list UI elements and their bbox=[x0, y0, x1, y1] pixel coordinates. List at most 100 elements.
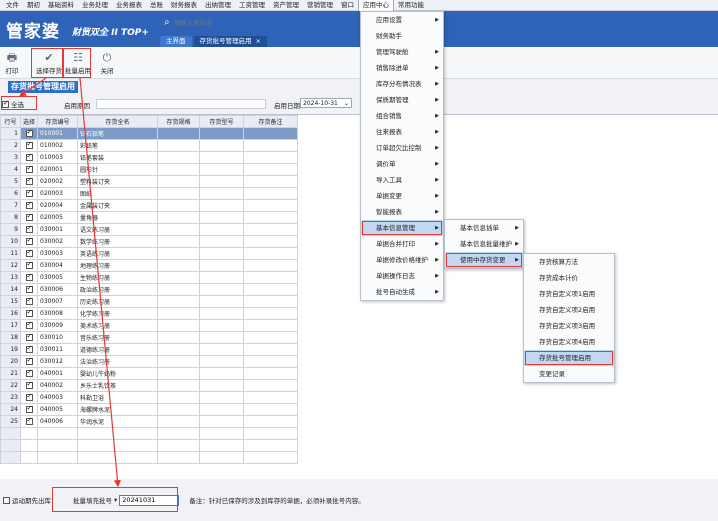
cell-spec[interactable] bbox=[157, 175, 201, 188]
cell-name[interactable]: 化学练习册 bbox=[77, 307, 159, 320]
menu-item[interactable]: 存货自定义项1启用 bbox=[524, 286, 614, 302]
row-select-cell[interactable] bbox=[19, 271, 39, 284]
cell-spec[interactable] bbox=[157, 403, 201, 416]
row-select-cell[interactable] bbox=[19, 163, 39, 176]
cell-note[interactable] bbox=[243, 379, 299, 392]
search-input[interactable] bbox=[173, 18, 334, 27]
table-row[interactable]: 13 030005生物练习册 bbox=[0, 271, 299, 284]
row-checkbox[interactable] bbox=[25, 261, 33, 269]
cell-name[interactable]: 语文练习册 bbox=[77, 223, 159, 236]
cell-name[interactable]: 音乐练习册 bbox=[77, 331, 159, 344]
cell-code[interactable]: 030011 bbox=[37, 343, 79, 356]
menu-item[interactable]: 基本信息管理 ▶ bbox=[361, 220, 443, 236]
row-checkbox[interactable] bbox=[25, 189, 33, 197]
cell-name[interactable]: 法治练习册 bbox=[77, 355, 159, 368]
cell-model[interactable] bbox=[199, 391, 245, 404]
row-checkbox[interactable] bbox=[25, 237, 33, 245]
row-checkbox[interactable] bbox=[25, 201, 33, 209]
cell-note[interactable] bbox=[243, 331, 299, 344]
cell-name[interactable]: 圆形针 bbox=[77, 163, 159, 176]
menu-item[interactable]: 导入工具 ▶ bbox=[361, 172, 443, 188]
cell-spec[interactable] bbox=[157, 151, 201, 164]
row-checkbox[interactable] bbox=[25, 297, 33, 305]
menubar-item[interactable]: 财务报表 bbox=[167, 0, 201, 11]
row-select-cell[interactable] bbox=[19, 175, 39, 188]
row-select-cell[interactable] bbox=[19, 391, 39, 404]
row-select-cell[interactable] bbox=[19, 211, 39, 224]
cell-note[interactable] bbox=[243, 247, 299, 260]
cell-spec[interactable] bbox=[157, 295, 201, 308]
cell-note[interactable] bbox=[243, 151, 299, 164]
cell-model[interactable] bbox=[199, 199, 245, 212]
column-header[interactable]: 行号 bbox=[0, 115, 21, 128]
row-select-cell[interactable] bbox=[19, 319, 39, 332]
row-select-cell[interactable] bbox=[19, 151, 39, 164]
row-select-cell[interactable] bbox=[19, 187, 39, 200]
cell-code[interactable]: 030001 bbox=[37, 223, 79, 236]
table-row[interactable]: 3 010003铅笔套装 bbox=[0, 151, 299, 164]
menu-item[interactable]: 存货自定义项4启用 bbox=[524, 334, 614, 350]
cell-spec[interactable] bbox=[157, 247, 201, 260]
menu-item[interactable]: 管理驾驶舱 ▶ bbox=[361, 44, 443, 60]
column-header[interactable]: 存货编号 bbox=[37, 115, 79, 128]
row-checkbox[interactable] bbox=[25, 249, 33, 257]
close-icon[interactable]: × bbox=[256, 36, 261, 47]
cell-code[interactable]: 030007 bbox=[37, 295, 79, 308]
menu-item[interactable]: 单据操作日志 ▶ bbox=[361, 268, 443, 284]
print-button[interactable]: 🖶 打印 bbox=[2, 51, 22, 77]
menubar-item[interactable]: 窗口 bbox=[337, 0, 358, 11]
cell-model[interactable] bbox=[199, 331, 245, 344]
table-row[interactable]: 2 010002彩铅笔 bbox=[0, 139, 299, 152]
menu-item[interactable]: 智能报表 ▶ bbox=[361, 204, 443, 220]
cell-spec[interactable] bbox=[157, 307, 201, 320]
cell-model[interactable] bbox=[199, 259, 245, 272]
cell-name[interactable]: 图纸 bbox=[77, 187, 159, 200]
menubar-item[interactable]: 营销管理 bbox=[303, 0, 337, 11]
cell-name[interactable]: 华润水泥 bbox=[77, 415, 159, 428]
cell-spec[interactable] bbox=[157, 127, 201, 140]
cell-name[interactable]: 数学练习册 bbox=[77, 235, 159, 248]
table-row[interactable]: 8 020005量角器 bbox=[0, 211, 299, 224]
menu-item[interactable]: 使用中存货变更 ▶ bbox=[445, 252, 523, 268]
row-select-cell[interactable] bbox=[19, 379, 39, 392]
menu-item[interactable]: 财务助手 bbox=[361, 28, 443, 44]
cell-model[interactable] bbox=[199, 367, 245, 380]
cell-name[interactable]: 乡乐士乳饮茶 bbox=[77, 379, 159, 392]
cell-spec[interactable] bbox=[157, 199, 201, 212]
cell-spec[interactable] bbox=[157, 319, 201, 332]
cell-note[interactable] bbox=[243, 199, 299, 212]
row-select-cell[interactable] bbox=[19, 355, 39, 368]
menubar-item[interactable]: 期初 bbox=[23, 0, 44, 11]
row-checkbox[interactable] bbox=[25, 177, 33, 185]
cell-code[interactable]: 030009 bbox=[37, 319, 79, 332]
table-row[interactable]: 10 030002数学练习册 bbox=[0, 235, 299, 248]
cell-spec[interactable] bbox=[157, 355, 201, 368]
cell-note[interactable] bbox=[243, 163, 299, 176]
cell-name[interactable]: 婴幼儿牛奶粉 bbox=[77, 367, 159, 380]
row-select-cell[interactable] bbox=[19, 247, 39, 260]
cell-name[interactable]: 量角器 bbox=[77, 211, 159, 224]
cell-note[interactable] bbox=[243, 211, 299, 224]
cell-name[interactable]: 金属装订夹 bbox=[77, 199, 159, 212]
cell-name[interactable]: 英语练习册 bbox=[77, 247, 159, 260]
row-select-cell[interactable] bbox=[19, 127, 39, 140]
menubar-item[interactable]: 常用功能 bbox=[394, 0, 428, 11]
row-select-cell[interactable] bbox=[19, 415, 39, 428]
table-row[interactable]: 25 040006华润水泥 bbox=[0, 415, 299, 428]
cell-name[interactable]: 历史练习册 bbox=[77, 295, 159, 308]
row-select-cell[interactable] bbox=[19, 307, 39, 320]
row-select-cell[interactable] bbox=[19, 139, 39, 152]
cell-name[interactable]: 美术练习册 bbox=[77, 319, 159, 332]
cell-code[interactable]: 010001 bbox=[37, 127, 79, 140]
row-select-cell[interactable] bbox=[19, 199, 39, 212]
row-select-cell[interactable] bbox=[19, 367, 39, 380]
cell-code[interactable]: 040006 bbox=[37, 415, 79, 428]
row-checkbox[interactable] bbox=[25, 393, 33, 401]
cell-note[interactable] bbox=[243, 319, 299, 332]
enable-reason-input[interactable] bbox=[96, 99, 266, 109]
menu-item[interactable]: 基本信息插单 ▶ bbox=[445, 220, 523, 236]
cell-spec[interactable] bbox=[157, 139, 201, 152]
cell-note[interactable] bbox=[243, 355, 299, 368]
cell-model[interactable] bbox=[199, 175, 245, 188]
table-row[interactable]: 20 030012法治练习册 bbox=[0, 355, 299, 368]
